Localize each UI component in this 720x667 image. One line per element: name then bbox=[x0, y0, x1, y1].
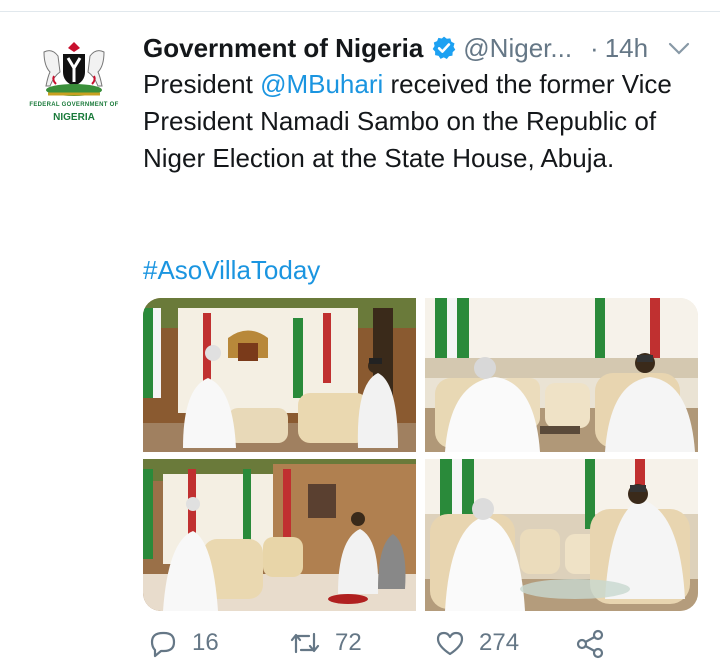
chevron-down-icon[interactable] bbox=[664, 34, 694, 62]
retweet-button[interactable]: 72 bbox=[289, 628, 362, 658]
like-button[interactable]: 274 bbox=[435, 628, 519, 658]
tweet-header: Government of Nigeria @Niger... · 14h bbox=[143, 28, 648, 68]
avatar-caption-line2: NIGERIA bbox=[53, 112, 95, 123]
photo-4[interactable] bbox=[425, 459, 698, 611]
coat-of-arms-icon bbox=[43, 42, 105, 96]
like-count: 274 bbox=[479, 629, 520, 656]
top-divider bbox=[0, 0, 720, 12]
reply-count: 16 bbox=[192, 629, 219, 656]
avatar[interactable]: FEDERAL GOVERNMENT OF NIGERIA bbox=[28, 38, 120, 130]
mention-link[interactable]: @MBuhari bbox=[260, 69, 383, 99]
photo-1[interactable] bbox=[143, 298, 416, 452]
hashtag-link[interactable]: #AsoVillaToday bbox=[143, 252, 320, 289]
tweet-text: President @MBuhari received the former V… bbox=[143, 66, 703, 177]
author-handle[interactable]: @Niger... bbox=[463, 33, 572, 64]
tweet-actions: 16 72 274 bbox=[0, 628, 720, 667]
verified-badge-icon bbox=[433, 36, 456, 60]
heart-icon bbox=[436, 631, 464, 656]
reply-icon bbox=[150, 631, 176, 658]
retweet-count: 72 bbox=[335, 629, 362, 656]
share-icon bbox=[576, 629, 604, 659]
tweet-timestamp[interactable]: 14h bbox=[605, 33, 648, 64]
retweet-icon bbox=[290, 632, 320, 654]
separator-dot: · bbox=[590, 32, 599, 63]
tweet-text-prefix: President bbox=[143, 69, 261, 99]
reply-button[interactable]: 16 bbox=[148, 628, 219, 658]
share-button[interactable] bbox=[574, 628, 620, 660]
photo-3[interactable] bbox=[143, 459, 416, 611]
avatar-caption-line1: FEDERAL GOVERNMENT OF bbox=[29, 102, 119, 108]
author-name[interactable]: Government of Nigeria bbox=[143, 33, 423, 64]
photo-2[interactable] bbox=[425, 298, 698, 452]
photo-grid bbox=[143, 298, 698, 611]
